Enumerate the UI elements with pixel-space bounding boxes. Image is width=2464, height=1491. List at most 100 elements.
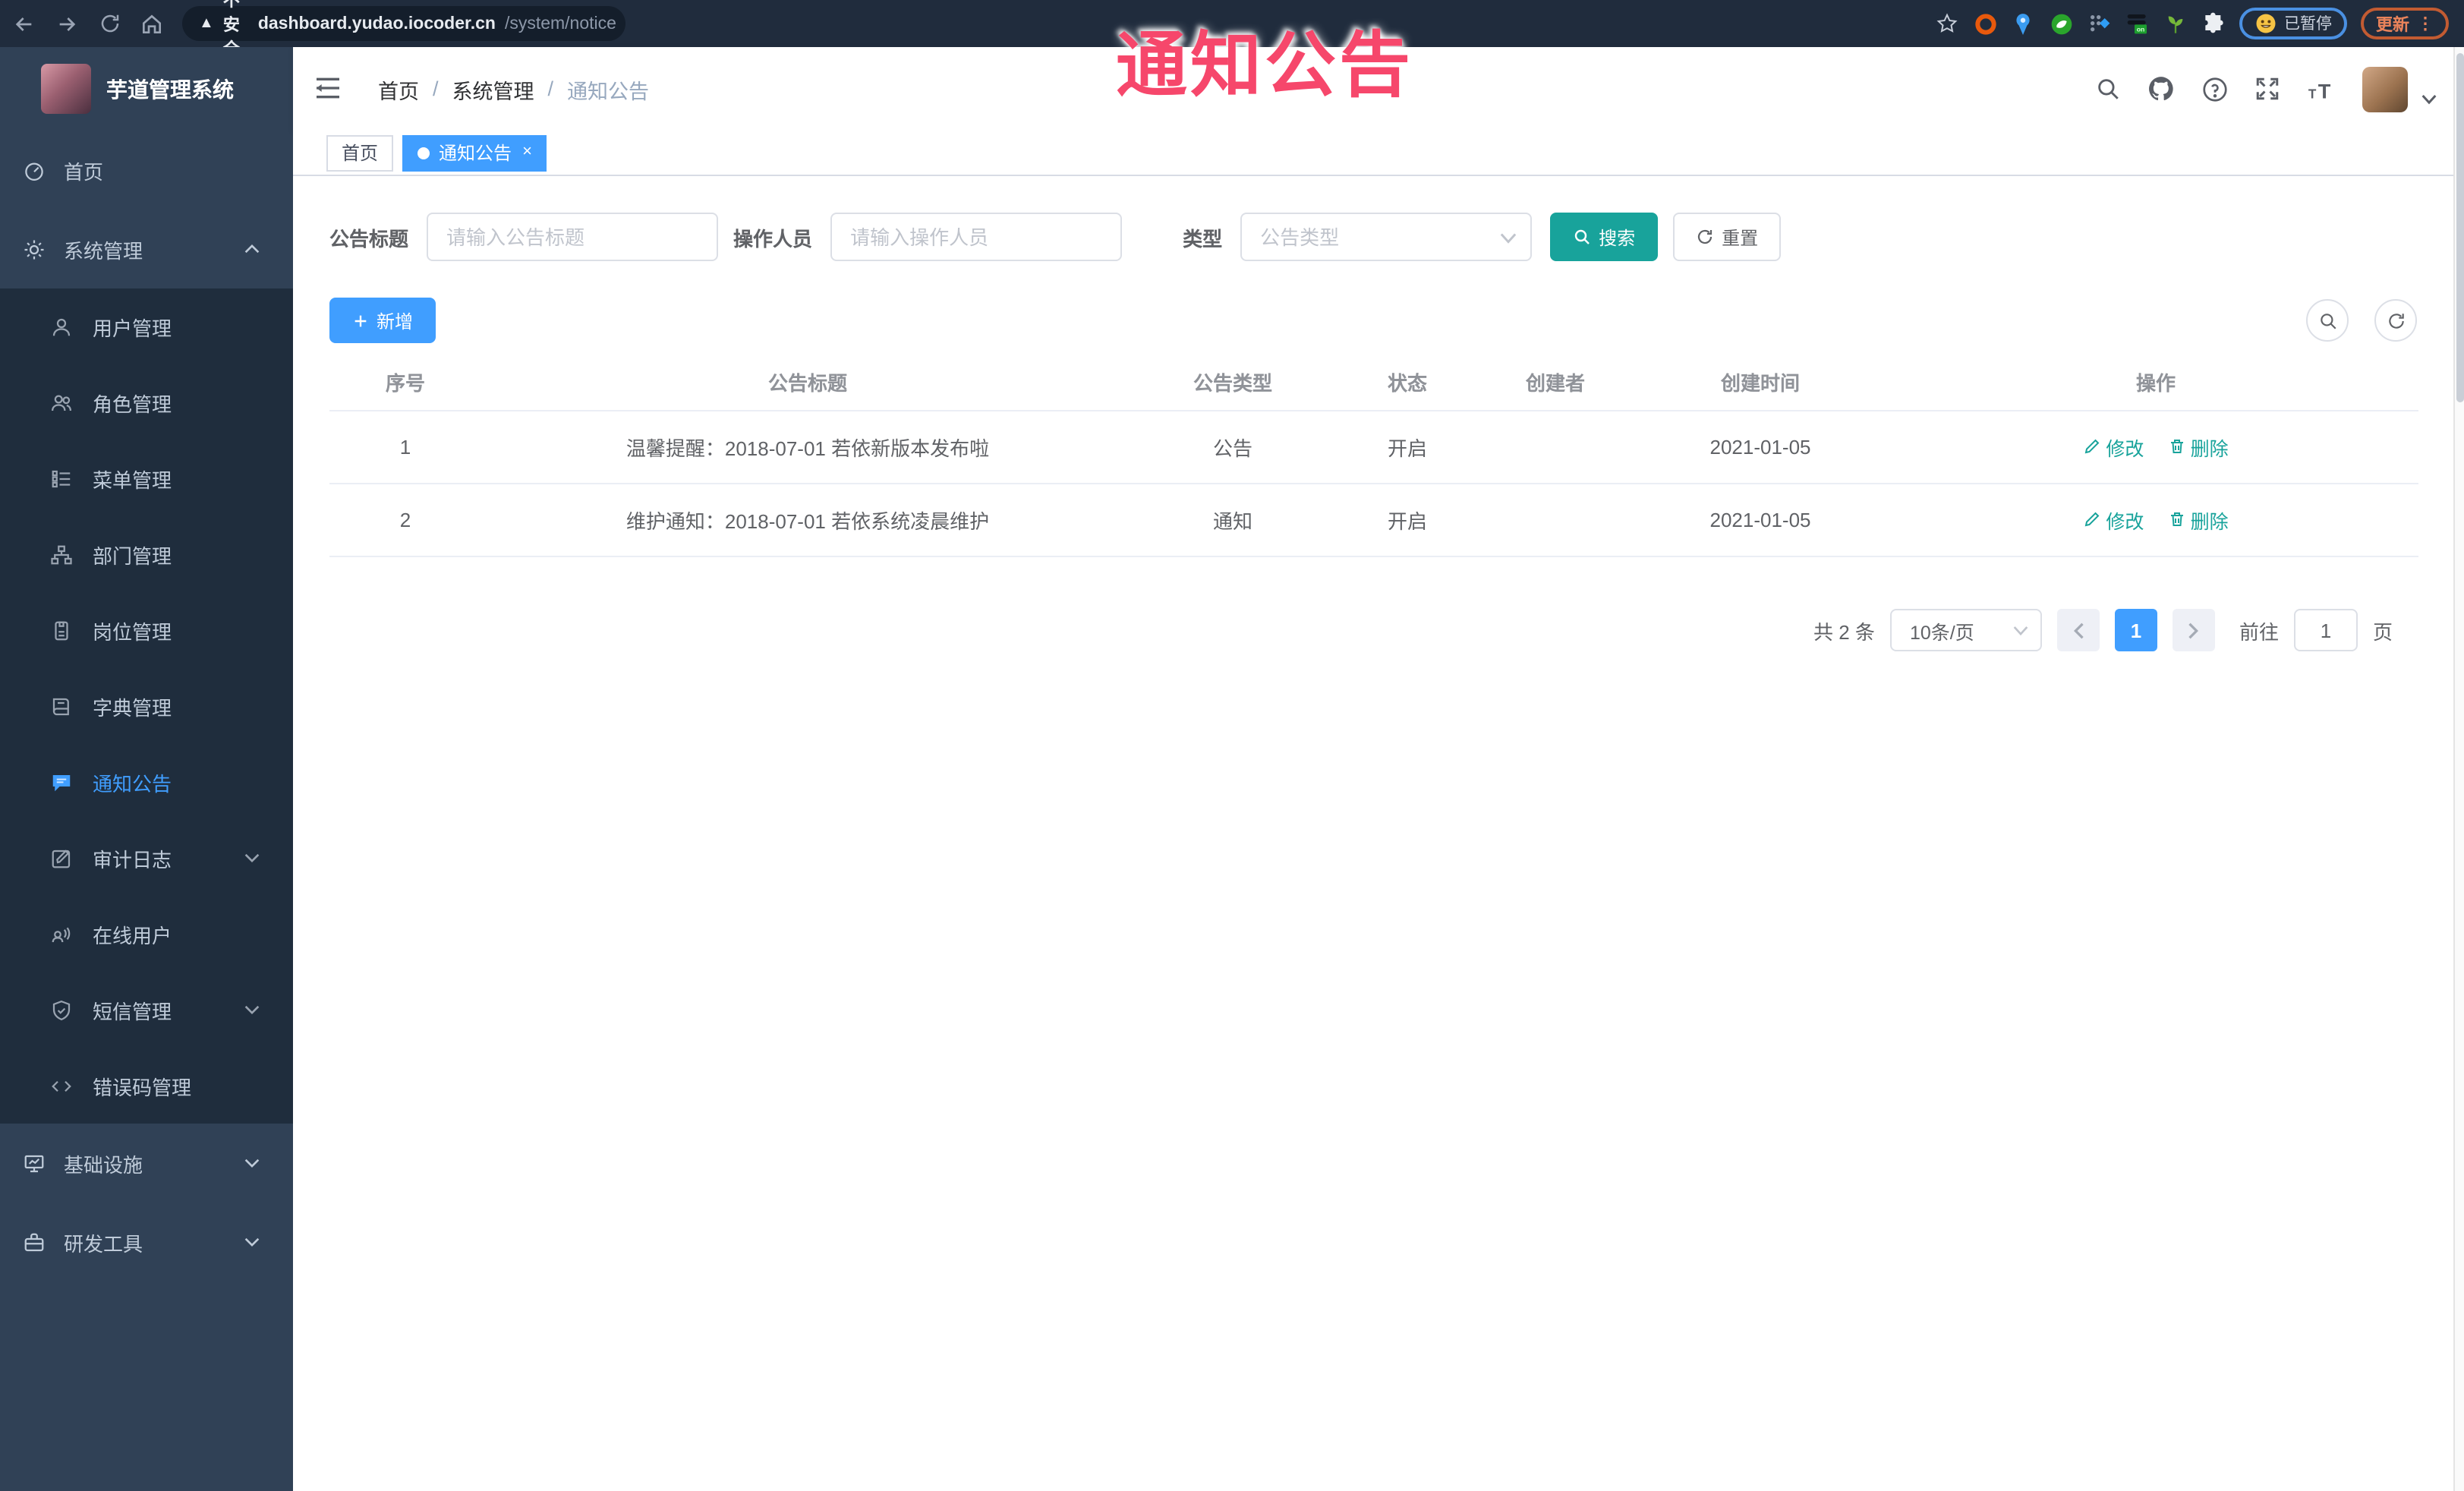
user-avatar[interactable] — [2362, 66, 2408, 112]
sidebar-item-label: 字典管理 — [93, 696, 172, 719]
bookmark-star-icon[interactable] — [1935, 11, 1959, 36]
browser-forward-button[interactable] — [49, 5, 85, 42]
cell-title: 维护通知：2018-07-01 若依系统凌晨维护 — [481, 483, 1134, 556]
browser-back-button[interactable] — [6, 5, 43, 42]
tab-notice[interactable]: 通知公告 × — [402, 134, 547, 171]
update-label: 更新 — [2376, 16, 2409, 34]
browser-home-button[interactable] — [134, 5, 170, 42]
table-row: 2 维护通知：2018-07-01 若依系统凌晨维护 通知 开启 2021-01… — [329, 483, 2418, 556]
sidebar-item-post-mgmt[interactable]: 岗位管理 — [0, 592, 293, 668]
goto-page-input[interactable] — [2293, 609, 2358, 651]
extensions-puzzle-icon[interactable] — [2201, 11, 2225, 36]
profile-paused-pill[interactable]: 已暂停 — [2239, 8, 2347, 39]
type-select[interactable] — [1240, 213, 1533, 261]
user-icon — [52, 317, 71, 336]
sidebar: 芋道管理系统 首页 系统管理 用户管理 角色管理 菜单管理 部门管理 岗位管理 … — [0, 47, 293, 1491]
url-path[interactable]: /system/notice — [505, 14, 616, 33]
trash-icon — [2170, 512, 2183, 526]
extension-grid-diamond-icon[interactable] — [2087, 11, 2111, 36]
breadcrumb-system[interactable]: 系统管理 — [452, 74, 534, 104]
security-warning-icon[interactable]: ▲ — [199, 15, 214, 31]
sidebar-collapse-icon[interactable] — [313, 73, 343, 103]
svg-text:T: T — [2318, 78, 2331, 101]
notice-title-input[interactable] — [428, 214, 717, 260]
delete-link[interactable]: 删除 — [2168, 505, 2229, 534]
chevron-down-icon — [244, 1158, 260, 1168]
reset-button[interactable]: 重置 — [1673, 213, 1782, 261]
scrollbar-thumb[interactable] — [2456, 53, 2464, 402]
header-search-icon[interactable] — [2095, 76, 2121, 102]
extension-leaf-icon[interactable] — [2163, 11, 2187, 36]
sidebar-item-menu-mgmt[interactable]: 菜单管理 — [0, 440, 293, 516]
sidebar-item-online-users[interactable]: 在线用户 — [0, 896, 293, 972]
col-header-creator: 创建者 — [1483, 355, 1627, 411]
sidebar-item-home[interactable]: 首页 — [0, 131, 293, 210]
browser-menu-kebab-icon[interactable]: ⋮ — [2417, 14, 2434, 33]
sidebar-item-notice[interactable]: 通知公告 — [0, 744, 293, 820]
reset-button-label: 重置 — [1722, 227, 1759, 248]
breadcrumb-home[interactable]: 首页 — [378, 74, 419, 104]
browser-reload-button[interactable] — [91, 5, 128, 42]
page-unit-label: 页 — [2372, 620, 2393, 643]
next-page-button[interactable] — [2172, 609, 2215, 651]
browser-update-button[interactable]: 更新 ⋮ — [2361, 8, 2449, 39]
sidebar-item-errorcode-mgmt[interactable]: 错误码管理 — [0, 1048, 293, 1124]
fullscreen-icon[interactable] — [2254, 76, 2280, 102]
extension-green-circle-icon[interactable] — [2049, 11, 2073, 36]
sidebar-item-role-mgmt[interactable]: 角色管理 — [0, 364, 293, 440]
add-button-label: 新增 — [377, 310, 414, 332]
sidebar-item-dict-mgmt[interactable]: 字典管理 — [0, 668, 293, 744]
chevron-down-icon — [244, 1005, 260, 1015]
operator-input[interactable] — [832, 214, 1121, 260]
extension-target-icon[interactable] — [1973, 11, 1997, 36]
menu-list-icon — [52, 469, 71, 487]
add-notice-button[interactable]: 新增 — [329, 298, 436, 343]
breadcrumb-separator: / — [433, 77, 439, 100]
book-icon — [52, 697, 69, 715]
github-icon[interactable] — [2147, 74, 2176, 103]
screenshot-root: ▲ 不安全 dashboard.yudao.iocoder.cn/system/… — [0, 0, 2464, 1491]
tab-home[interactable]: 首页 — [326, 134, 394, 171]
app-logo-row[interactable]: 芋道管理系统 — [0, 47, 293, 131]
breadcrumb: 首页 / 系统管理 / 通知公告 — [378, 47, 649, 131]
col-header-status: 状态 — [1331, 355, 1483, 411]
type-label: 类型 — [1183, 227, 1223, 250]
prev-page-button[interactable] — [2056, 609, 2100, 651]
sidebar-item-system[interactable]: 系统管理 — [0, 210, 293, 288]
type-select-input[interactable] — [1242, 214, 1531, 260]
sidebar-item-infrastructure[interactable]: 基础设施 — [0, 1124, 293, 1203]
svg-text:T: T — [2308, 85, 2317, 100]
browser-address-bar[interactable]: ▲ 不安全 dashboard.yudao.iocoder.cn/system/… — [182, 0, 625, 58]
cell-no: 1 — [329, 410, 481, 484]
delete-link[interactable]: 删除 — [2168, 432, 2229, 461]
page-number-1[interactable]: 1 — [2114, 609, 2157, 651]
edit-pencil-icon — [2085, 512, 2100, 527]
extension-pin-icon[interactable] — [2011, 11, 2035, 36]
edit-link[interactable]: 修改 — [2083, 505, 2144, 534]
extension-on-badge-icon[interactable]: on — [2125, 11, 2149, 36]
search-button[interactable]: 搜索 — [1550, 213, 1659, 261]
sidebar-item-label: 短信管理 — [93, 1000, 172, 1023]
sidebar-item-user-mgmt[interactable]: 用户管理 — [0, 288, 293, 364]
sidebar-item-sms-mgmt[interactable]: 短信管理 — [0, 972, 293, 1048]
font-size-icon[interactable]: TT — [2306, 77, 2336, 101]
avatar-caret-icon[interactable] — [2421, 94, 2437, 105]
sidebar-item-dept-mgmt[interactable]: 部门管理 — [0, 516, 293, 592]
tab-close-icon[interactable]: × — [522, 143, 532, 161]
window-scrollbar[interactable] — [2453, 47, 2464, 1491]
edit-link[interactable]: 修改 — [2083, 432, 2144, 461]
sidebar-item-dev-tools[interactable]: 研发工具 — [0, 1203, 293, 1281]
notice-table: 序号 公告标题 公告类型 状态 创建者 创建时间 操作 1 温馨提醒：2018-… — [329, 355, 2418, 556]
refresh-table-button[interactable] — [2374, 299, 2417, 342]
badge-icon — [55, 620, 68, 640]
help-icon[interactable] — [2201, 75, 2229, 102]
sidebar-item-label: 系统管理 — [64, 239, 143, 262]
tab-active-dot — [417, 147, 430, 159]
show-search-toggle-button[interactable] — [2306, 299, 2349, 342]
cell-type: 公告 — [1134, 410, 1331, 484]
sidebar-item-audit-log[interactable]: 审计日志 — [0, 820, 293, 896]
url-host[interactable]: dashboard.yudao.iocoder.cn — [258, 14, 496, 33]
edit-pencil-icon — [2085, 439, 2100, 454]
sidebar-item-label: 通知公告 — [93, 772, 172, 795]
page-size-select[interactable]: 10条/页 — [1889, 609, 2042, 651]
